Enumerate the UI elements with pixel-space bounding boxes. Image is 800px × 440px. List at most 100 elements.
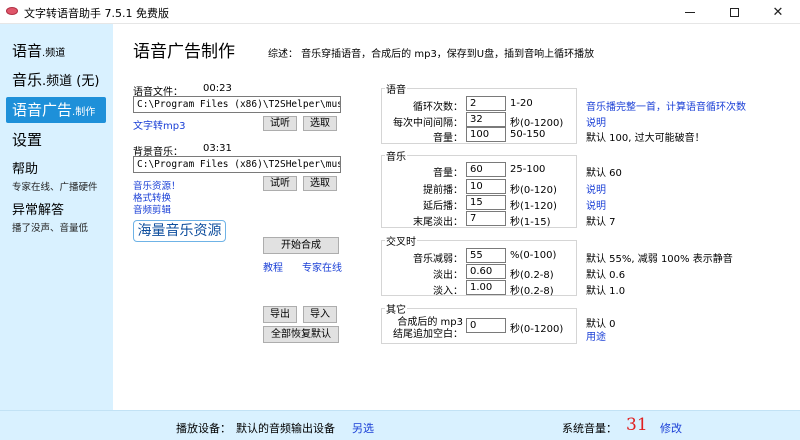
sidebar-item-label: 设置 [12,131,43,149]
modify-volume-link[interactable]: 修改 [660,420,682,436]
audio-edit-link[interactable]: 音频剪辑 [133,202,171,216]
interval-label: 每次中间间隔： [393,118,463,129]
voice-volume-note: 默认 100, 过大可能破音！ [586,133,705,144]
lead-play-help-link[interactable]: 说明 [586,181,606,196]
music-volume-label: 音量： [433,168,463,179]
import-button[interactable]: 导入 [303,306,337,323]
sidebar-item-label: 帮助 [12,162,39,177]
lead-play-range: 秒(0-120) [510,185,557,196]
append-blank-usage-link[interactable]: 用途 [586,328,606,343]
voice-select-button[interactable]: 选取 [303,116,337,131]
bg-music-duration: 03:31 [203,143,232,154]
sidebar-item-help[interactable]: 帮助 [6,160,106,180]
bg-music-path-input[interactable]: C:\Program Files (x86)\T2SHelper\musics [133,156,341,173]
crossfade-in-label: 淡入： [433,286,463,297]
system-volume-value: 31 [626,415,648,435]
page-description: 综述： 音乐穿插语音，合成后的 mp3，保存到U盘，插到音响上循环播放 [268,49,595,60]
loop-count-input[interactable]: 2 [466,96,506,111]
voice-volume-label: 音量： [433,133,463,144]
loop-count-range: 1-20 [510,98,533,109]
delay-play-input[interactable]: 15 [466,195,506,210]
expert-online-link[interactable]: 专家在线 [302,259,342,274]
interval-range: 秒(0-1200) [510,118,564,129]
voice-listen-button[interactable]: 试听 [263,116,297,131]
fade-out-end-input[interactable]: 7 [466,211,506,226]
crossfade-out-note: 默认 0.6 [586,270,626,281]
sidebar-item-label: 音乐 [12,71,43,89]
loop-count-label: 循环次数： [413,102,463,113]
lead-play-label: 提前播： [423,185,463,196]
calc-loop-count-link[interactable]: 音乐播完整一首，计算语音循环次数 [586,98,746,113]
music-reduce-input[interactable]: 55 [466,248,506,263]
crossfade-in-input[interactable]: 1.00 [466,280,506,295]
app-logo-icon [6,7,18,15]
minimize-button[interactable] [668,0,712,24]
sidebar-item-label: 异常解答 [12,203,65,218]
fade-out-end-note: 默认 7 [586,217,616,228]
fade-out-end-range: 秒(1-15) [510,217,551,228]
music-reduce-note: 默认 55%, 减弱 100% 表示静音 [586,254,733,265]
minimize-icon [685,11,695,13]
sidebar-item-troubleshoot[interactable]: 异常解答 [6,201,106,221]
music-volume-input[interactable]: 60 [466,162,506,177]
maximize-icon [729,7,739,17]
sidebar: 语音.频道 音乐.频道 (无) 语音广告.制作 设置 帮助 专家在线、广播硬件 … [0,24,113,410]
append-blank-range: 秒(0-1200) [510,324,564,335]
close-button[interactable]: ✕ [756,0,800,24]
interval-help-link[interactable]: 说明 [586,114,606,129]
text-to-mp3-link[interactable]: 文字转mp3 [133,117,185,132]
sidebar-item-suffix: .频道 (无) [42,74,100,89]
crossfade-in-note: 默认 1.0 [586,286,626,297]
music-volume-range: 25-100 [510,164,546,175]
playback-device-label: 播放设备： [176,422,231,435]
sidebar-item-suffix: .频道 [42,48,66,59]
sidebar-item-voice-channel[interactable]: 语音.频道 [6,39,106,63]
sidebar-item-settings[interactable]: 设置 [6,128,106,152]
fade-out-end-label: 末尾淡出： [413,217,463,228]
playback-device-value: 默认的音频输出设备 [236,422,335,435]
sidebar-item-music-channel[interactable]: 音乐.频道 (无) [6,68,106,92]
append-blank-input[interactable]: 0 [466,318,506,333]
bg-listen-button[interactable]: 试听 [263,176,297,191]
voice-file-duration: 00:23 [203,83,232,94]
system-volume-label: 系统音量： [562,422,617,435]
crossfade-out-label: 淡出： [433,270,463,281]
export-button[interactable]: 导出 [263,306,297,323]
sidebar-item-label: 语音 [12,42,43,60]
start-synthesis-button[interactable]: 开始合成 [263,237,339,254]
status-bar: 播放设备： 默认的音频输出设备 另选 系统音量： 31 修改 [0,410,800,440]
sidebar-item-voice-ad[interactable]: 语音广告.制作 [6,97,106,123]
music-reduce-label: 音乐减弱： [413,254,463,265]
bg-select-button[interactable]: 选取 [303,176,337,191]
maximize-button[interactable] [712,0,756,24]
voice-volume-input[interactable]: 100 [466,127,506,142]
title-bar: 文字转语音助手 7.5.1 免费版 ✕ [0,0,800,24]
sidebar-item-label: 语音广告 [12,101,73,119]
delay-play-range: 秒(1-120) [510,201,557,212]
crossfade-out-input[interactable]: 0.60 [466,264,506,279]
voice-file-path-input[interactable]: C:\Program Files (x86)\T2SHelper\musics [133,96,341,113]
massive-music-resources-button[interactable]: 海量音乐资源 [133,220,226,242]
music-volume-note: 默认 60 [586,168,622,179]
crossfade-group-title: 交叉时 [385,233,417,248]
sidebar-item-troubleshoot-sub: 播了没声、音量低 [12,223,89,234]
reset-all-defaults-button[interactable]: 全部恢复默认 [263,326,339,343]
crossfade-out-range: 秒(0.2-8) [510,270,554,281]
tutorial-link[interactable]: 教程 [263,259,283,274]
choose-device-link[interactable]: 另选 [352,420,374,436]
lead-play-input[interactable]: 10 [466,179,506,194]
voice-volume-range: 50-150 [510,129,546,140]
close-icon: ✕ [772,4,784,20]
voice-group-title: 语音 [385,81,407,96]
window-title: 文字转语音助手 7.5.1 免费版 [24,7,169,20]
sidebar-item-help-sub: 专家在线、广播硬件 [12,182,98,193]
sidebar-item-suffix: .制作 [72,107,96,118]
append-blank-label-line2: 结尾追加空白： [393,329,463,340]
music-group-title: 音乐 [385,148,407,163]
crossfade-in-range: 秒(0.2-8) [510,286,554,297]
page-title: 语音广告制作 [133,42,235,62]
music-reduce-range: %(0-100) [510,250,557,261]
delay-play-label: 延后播： [423,201,463,212]
delay-play-help-link[interactable]: 说明 [586,197,606,212]
interval-input[interactable]: 32 [466,112,506,127]
